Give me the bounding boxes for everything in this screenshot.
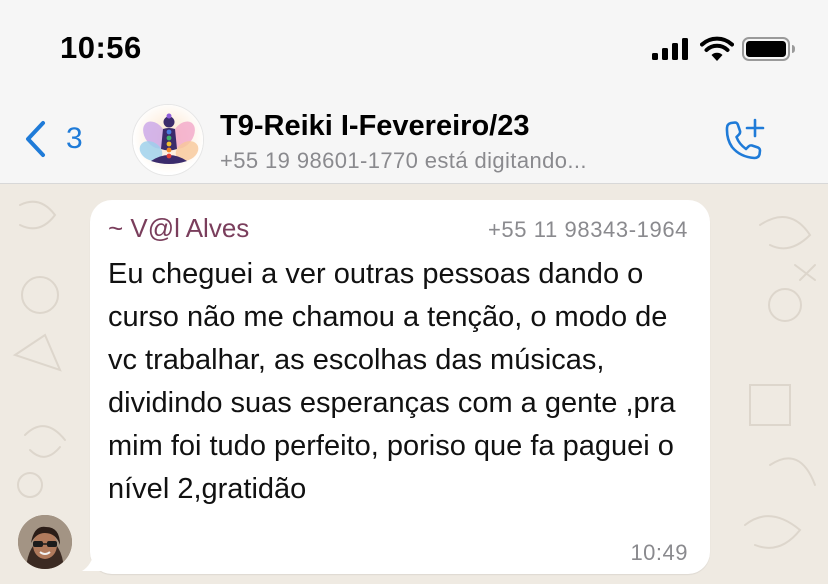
bubble-tail [82, 551, 104, 571]
user-photo-icon [18, 515, 72, 569]
message-text: Eu cheguei a ver outras pessoas dando o … [108, 258, 676, 505]
chat-header: 3 T9-Reiki I-Fevereiro/23 +55 19 98601-1… [0, 96, 828, 184]
sender-name[interactable]: ~ V@l Alves [108, 213, 249, 244]
message-bubble[interactable]: ~ V@l Alves +55 11 98343-1964 Eu cheguei… [90, 200, 710, 574]
back-button[interactable]: 3 [22, 116, 83, 162]
status-bar: 10:56 [0, 0, 828, 96]
status-time: 10:56 [60, 30, 142, 65]
unread-count: 3 [66, 122, 83, 155]
chat-area: ~ V@l Alves +55 11 98343-1964 Eu cheguei… [0, 185, 828, 584]
wifi-icon [700, 36, 734, 61]
sender-avatar[interactable] [18, 515, 72, 569]
sender-phone: +55 11 98343-1964 [487, 217, 688, 242]
back-chevron-icon [26, 121, 45, 157]
typing-status: +55 19 98601-1770 está digitando... [220, 148, 587, 173]
add-call-icon[interactable] [718, 116, 770, 164]
message-timestamp: 10:49 [630, 540, 688, 565]
meditation-figure-icon [133, 105, 203, 175]
cellular-signal-icon [652, 38, 688, 60]
chat-title[interactable]: T9-Reiki I-Fevereiro/23 [220, 110, 529, 143]
group-avatar[interactable] [132, 104, 204, 176]
battery-icon [742, 37, 795, 61]
